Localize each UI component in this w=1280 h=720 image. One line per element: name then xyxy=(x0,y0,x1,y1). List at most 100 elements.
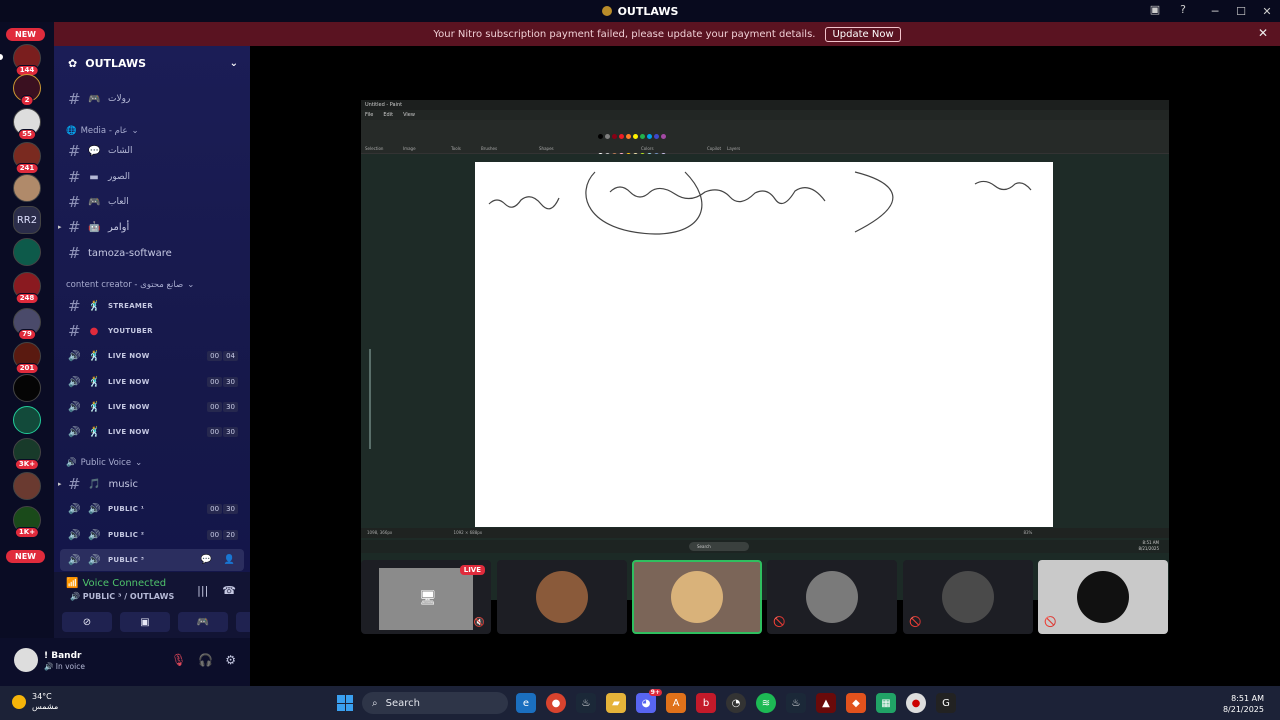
app-icon[interactable]: ▲ xyxy=(816,693,836,713)
color-swatch[interactable] xyxy=(626,134,631,139)
gear-icon[interactable]: ⚙ xyxy=(225,653,236,667)
server-icon[interactable]: 241 xyxy=(13,142,41,174)
category-content-creator[interactable]: content creator - صانع محتوى ⌄ xyxy=(66,280,194,290)
channel-photos[interactable]: # ▬ الصور xyxy=(60,166,244,188)
color-swatch[interactable] xyxy=(654,134,659,139)
color-swatch[interactable] xyxy=(598,134,603,139)
voice-channel-live-now[interactable]: 🔊 🕺 LIVE NOW 00 30 xyxy=(60,371,244,393)
color-swatch[interactable] xyxy=(640,134,645,139)
server-icon[interactable] xyxy=(13,406,41,434)
steam-icon[interactable]: ♨ xyxy=(786,693,806,713)
file-explorer-icon[interactable]: ▰ xyxy=(606,693,626,713)
color-swatch[interactable] xyxy=(661,134,666,139)
color-swatch[interactable] xyxy=(647,134,652,139)
close-notice-icon[interactable]: ✕ xyxy=(1258,26,1268,40)
participant-tile-speaking[interactable] xyxy=(632,560,762,634)
server-icon[interactable]: 144 xyxy=(13,44,41,76)
server-icon[interactable]: 1K+ xyxy=(13,506,41,538)
app-icon[interactable]: b xyxy=(696,693,716,713)
channel-tamoza-software[interactable]: # tamoza-software xyxy=(60,242,244,264)
channel-streamer[interactable]: # 🕺 STREAMER xyxy=(60,295,244,317)
color-swatch[interactable] xyxy=(633,134,638,139)
server-icon[interactable]: 55 xyxy=(13,108,41,140)
screen-share-button[interactable]: ▣ xyxy=(120,612,170,632)
dancer-icon: 🕺 xyxy=(88,426,101,438)
voice-channel-live-now[interactable]: 🔊 🕺 LIVE NOW 00 30 xyxy=(60,396,244,418)
taskbar-clock[interactable]: 8:51 AM 8/21/2025 xyxy=(1223,693,1264,715)
voice-channel-public-2[interactable]: 🔊 🔊 PUBLIC ² 00 20 xyxy=(60,524,244,546)
channel-chat[interactable]: # 💬 الشات xyxy=(60,140,244,162)
zoom-slider[interactable] xyxy=(369,349,371,449)
voice-channel-name[interactable]: 🔊 PUBLIC ³ / OUTLAWS xyxy=(70,592,174,601)
paint-titlebar: Untitled - Paint xyxy=(361,100,1169,110)
update-now-button[interactable]: Update Now xyxy=(825,26,901,42)
server-logo-icon xyxy=(601,6,612,16)
color-swatch[interactable] xyxy=(619,134,624,139)
paint-canvas[interactable] xyxy=(475,162,1053,527)
server-icon[interactable]: 3K+ xyxy=(13,438,41,470)
taskbar-search[interactable]: ⌕ Search xyxy=(362,692,508,714)
participant-tile[interactable]: 🚫 xyxy=(903,560,1033,634)
server-icon[interactable]: 248 xyxy=(13,272,41,304)
server-icon[interactable]: 2 xyxy=(13,74,41,106)
maximize-button[interactable]: ☐ xyxy=(1228,5,1254,18)
color-swatch[interactable] xyxy=(612,134,617,139)
server-icon-rr2[interactable]: RR2 xyxy=(13,206,41,234)
disconnect-icon[interactable]: ☎ xyxy=(222,584,236,597)
edge-icon[interactable]: e xyxy=(516,693,536,713)
brave-icon[interactable]: ◆ xyxy=(846,693,866,713)
mic-muted-icon: 🚫 xyxy=(909,617,922,628)
help-icon[interactable]: ? xyxy=(1176,3,1190,17)
app-icon[interactable]: A xyxy=(666,693,686,713)
chat-icon[interactable]: 💬 xyxy=(198,554,215,566)
voice-channel-live-now[interactable]: 🔊 🕺 LIVE NOW 00 30 xyxy=(60,421,244,443)
channel-commands[interactable]: ▸ # 🤖 أوامر xyxy=(58,216,244,238)
steam-icon[interactable]: ♨ xyxy=(576,693,596,713)
app-icon[interactable]: ● xyxy=(906,693,926,713)
participant-tile-stream[interactable]: 🖥 LIVE 🔇 xyxy=(361,560,491,634)
voice-channel-public-1[interactable]: 🔊 🔊 PUBLIC ¹ 00 30 xyxy=(60,498,244,520)
app-icon[interactable]: ▦ xyxy=(876,693,896,713)
guild-header[interactable]: ✿ OUTLAWS ⌄ xyxy=(54,46,250,80)
participant-tile[interactable]: 🚫 xyxy=(1038,560,1168,634)
server-icon[interactable] xyxy=(13,472,41,500)
camera-off-button[interactable]: ⊘ xyxy=(62,612,112,632)
activity-button[interactable]: 🎮 xyxy=(178,612,228,632)
mic-muted-icon[interactable]: 🎙 xyxy=(171,653,186,667)
participant-tile[interactable] xyxy=(497,560,627,634)
server-icon[interactable]: 79 xyxy=(13,308,41,340)
speech-bubble-icon: 💬 xyxy=(88,145,101,157)
participant-tile[interactable]: 🚫 xyxy=(767,560,897,634)
server-icon[interactable]: 201 xyxy=(13,342,41,374)
channel-youtuber[interactable]: # ● YOUTUBER xyxy=(60,320,244,342)
windows-start-icon[interactable] xyxy=(337,695,353,711)
server-icon[interactable] xyxy=(13,238,41,266)
channel-games[interactable]: # 🎮 العاب xyxy=(60,191,244,213)
minimize-button[interactable]: ─ xyxy=(1202,5,1228,18)
color-swatch[interactable] xyxy=(605,134,610,139)
voice-channel-live-now[interactable]: 🔊 🕺 LIVE NOW 00 04 xyxy=(60,345,244,367)
chrome-icon[interactable]: ● xyxy=(546,693,566,713)
dancer-icon: 🕺 xyxy=(88,350,101,362)
app-icon[interactable]: ◔ xyxy=(726,693,746,713)
voice-channel-public-3[interactable]: 🔊 🔊 PUBLIC ³ 💬 👤 xyxy=(60,549,244,571)
shared-screen[interactable]: Untitled - Paint File Edit View Selectio… xyxy=(361,100,1169,600)
add-user-icon[interactable]: 👤 xyxy=(221,554,238,566)
close-button[interactable]: ✕ xyxy=(1254,5,1280,18)
window-title: OUTLAWS xyxy=(601,5,678,18)
discord-icon[interactable]: ◕ 9+ xyxy=(636,689,662,713)
headphones-icon[interactable]: 🎧 xyxy=(198,653,213,667)
spotify-icon[interactable]: ≋ xyxy=(756,693,776,713)
color-palette[interactable] xyxy=(597,124,697,158)
category-media[interactable]: 🌐 Media - عام ⌄ xyxy=(66,126,139,136)
channel-music[interactable]: ▸ # 🎵 music xyxy=(58,473,244,495)
server-icon[interactable] xyxy=(13,174,41,202)
channel-rules[interactable]: # 🎮 رولات xyxy=(60,88,244,110)
inbox-icon[interactable]: ▣ xyxy=(1148,3,1162,17)
category-public-voice[interactable]: 🔊 Public Voice ⌄ xyxy=(66,458,142,468)
server-icon[interactable] xyxy=(13,374,41,402)
weather-widget[interactable]: 34°C مشمس xyxy=(12,692,58,712)
soundboard-icon[interactable]: ||| xyxy=(197,584,208,597)
avatar[interactable] xyxy=(14,648,38,672)
app-icon[interactable]: G xyxy=(936,693,956,713)
